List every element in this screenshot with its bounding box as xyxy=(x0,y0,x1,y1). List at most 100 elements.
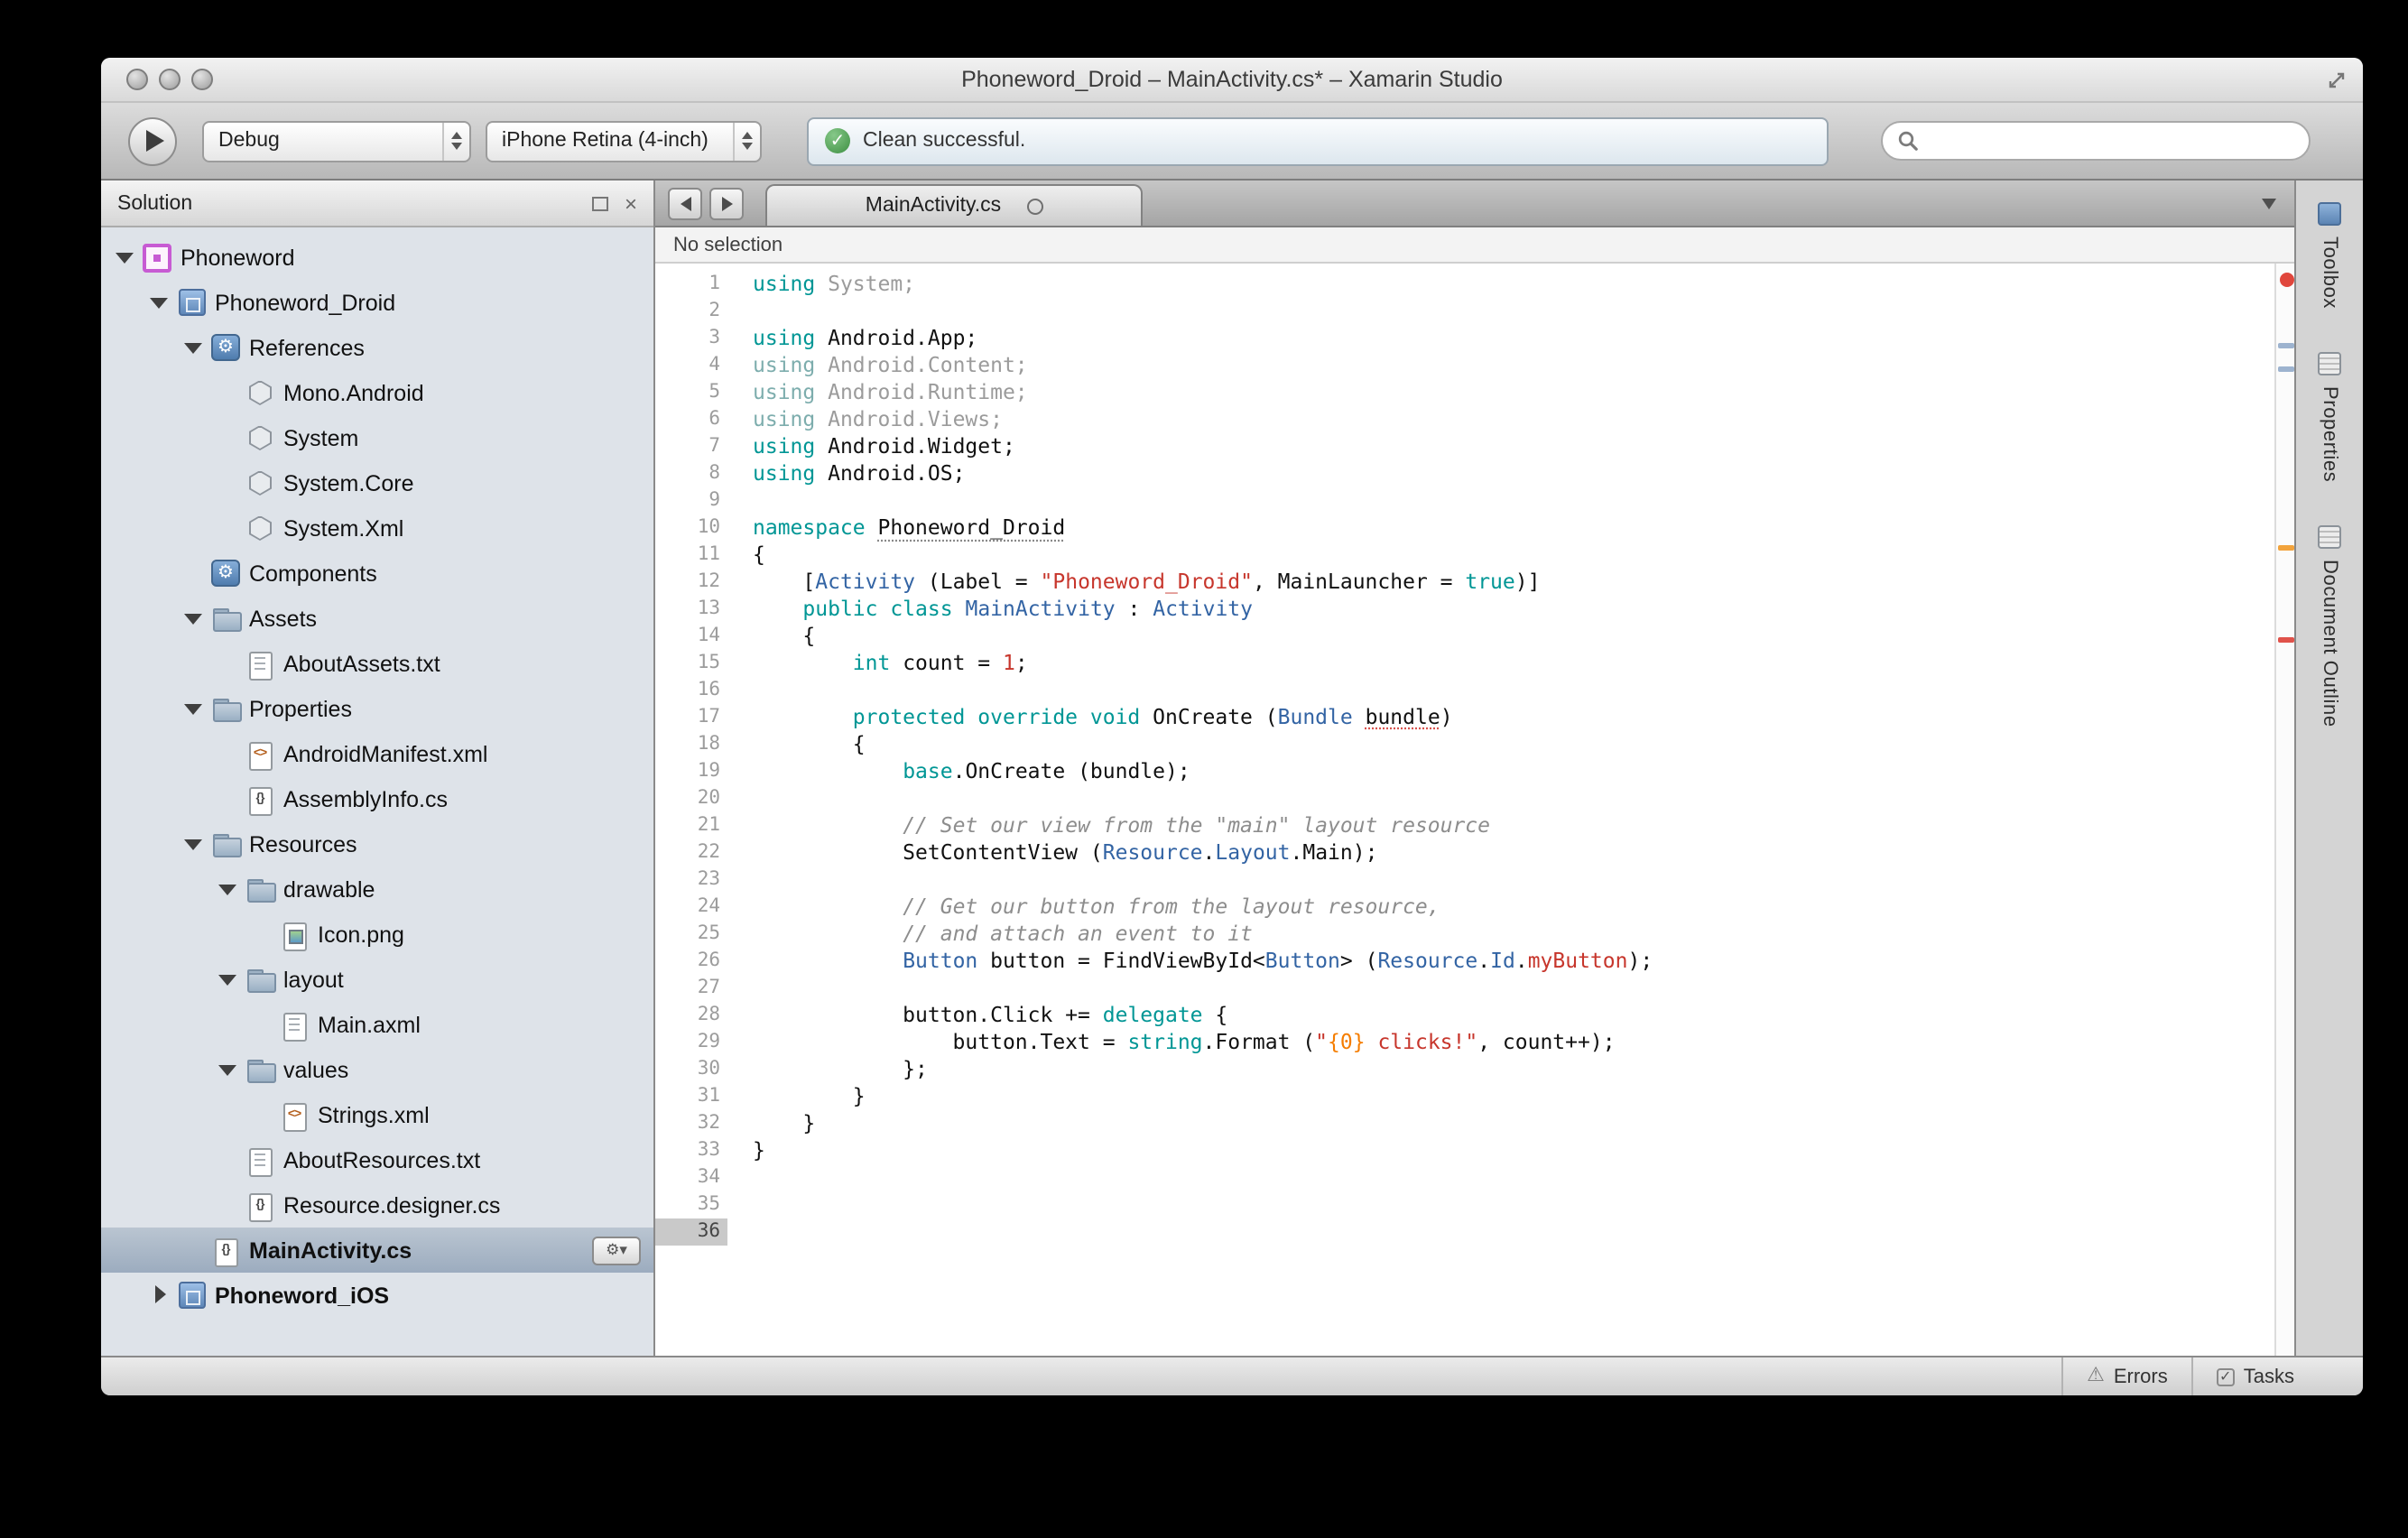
tab-list-dropdown-icon[interactable] xyxy=(2262,199,2276,209)
tree-item-drawable[interactable]: drawable xyxy=(101,866,653,912)
tree-item-components[interactable]: Components xyxy=(101,551,653,596)
code-line[interactable]: 35 xyxy=(655,1191,2274,1218)
configuration-selector[interactable]: Debug xyxy=(202,120,471,162)
item-options-button[interactable]: ⚙▾ xyxy=(592,1236,641,1265)
tree-item-main-axml[interactable]: Main.axml xyxy=(101,1002,653,1047)
expander-down-icon[interactable] xyxy=(218,879,238,899)
expander-down-icon[interactable] xyxy=(184,608,204,628)
code-line[interactable]: 28 button.Click += delegate { xyxy=(655,1002,2274,1029)
close-tab-icon[interactable] xyxy=(1026,198,1043,214)
code-line[interactable]: 31 } xyxy=(655,1083,2274,1110)
code-line[interactable]: 20 xyxy=(655,785,2274,812)
code-line[interactable]: 27 xyxy=(655,975,2274,1002)
tree-item-system[interactable]: System xyxy=(101,415,653,460)
code-line[interactable]: 16 xyxy=(655,677,2274,704)
tree-item-icon-png[interactable]: Icon.png xyxy=(101,912,653,957)
code-line[interactable]: 15 int count = 1; xyxy=(655,650,2274,677)
code-line[interactable]: 8 using Android.OS; xyxy=(655,460,2274,487)
tree-item-layout[interactable]: layout xyxy=(101,957,653,1002)
tree-item-androidmanifest-xml[interactable]: <> AndroidManifest.xml xyxy=(101,731,653,776)
tree-item-aboutresources-txt[interactable]: AboutResources.txt xyxy=(101,1137,653,1182)
line-number: 33 xyxy=(697,1139,720,1161)
code-line[interactable]: 17 protected override void OnCreate (Bun… xyxy=(655,704,2274,731)
tree-item-system-xml[interactable]: System.Xml xyxy=(101,505,653,551)
tab-mainactivity-cs[interactable]: MainActivity.cs xyxy=(765,184,1143,226)
expander-down-icon[interactable] xyxy=(184,338,204,357)
search-field[interactable] xyxy=(1881,121,2311,161)
code-line[interactable]: 2 xyxy=(655,298,2274,325)
code-line[interactable]: 36 xyxy=(655,1218,2274,1246)
close-window-button[interactable] xyxy=(126,69,148,90)
expander-right-icon[interactable] xyxy=(150,1285,170,1305)
navigate-forward-button[interactable] xyxy=(709,187,744,219)
expander-down-icon[interactable] xyxy=(218,969,238,989)
dock-tab-properties[interactable]: Properties xyxy=(2318,352,2341,482)
tree-item-strings-xml[interactable]: <> Strings.xml xyxy=(101,1092,653,1137)
expander-down-icon[interactable] xyxy=(184,699,204,718)
line-number: 2 xyxy=(709,300,720,321)
tree-item-assemblyinfo-cs[interactable]: {} AssemblyInfo.cs xyxy=(101,776,653,821)
code-line[interactable]: 6 using Android.Views; xyxy=(655,406,2274,433)
code-line[interactable]: 4 using Android.Content; xyxy=(655,352,2274,379)
device-selector[interactable]: iPhone Retina (4-inch) xyxy=(486,120,762,162)
code-line[interactable]: 5 using Android.Runtime; xyxy=(655,379,2274,406)
close-pane-button[interactable]: × xyxy=(625,192,637,214)
code-line[interactable]: 29 button.Text = string.Format ("{0} cli… xyxy=(655,1029,2274,1056)
tree-item-system-core[interactable]: System.Core xyxy=(101,460,653,505)
code-line[interactable]: 21 // Set our view from the "main" layou… xyxy=(655,812,2274,839)
breadcrumb: No selection xyxy=(655,227,2294,264)
code-line[interactable]: 23 xyxy=(655,866,2274,894)
tree-item-phoneword[interactable]: Phoneword xyxy=(101,235,653,280)
code-line[interactable]: 14 { xyxy=(655,623,2274,650)
tree-item-values[interactable]: values xyxy=(101,1047,653,1092)
code-line[interactable]: 33} xyxy=(655,1137,2274,1164)
code-line[interactable]: 7 using Android.Widget; xyxy=(655,433,2274,460)
code-line[interactable]: 26 Button button = FindViewById<Button> … xyxy=(655,948,2274,975)
tree-item-references[interactable]: References xyxy=(101,325,653,370)
code-line[interactable]: 1 using System; xyxy=(655,271,2274,298)
code-line[interactable]: 3 using Android.App; xyxy=(655,325,2274,352)
resize-window-icon[interactable] xyxy=(2327,70,2347,90)
code-line[interactable]: 11 { xyxy=(655,542,2274,569)
code-line[interactable]: 13 public class MainActivity : Activity xyxy=(655,596,2274,623)
code-line[interactable]: 34 xyxy=(655,1164,2274,1191)
overview-mark xyxy=(2278,637,2294,643)
minimize-window-button[interactable] xyxy=(159,69,181,90)
tree-item-resources[interactable]: Resources xyxy=(101,821,653,866)
tree-item-phoneword-droid[interactable]: Phoneword_Droid xyxy=(101,280,653,325)
tree-item-assets[interactable]: Assets xyxy=(101,596,653,641)
code-line[interactable]: 32 } xyxy=(655,1110,2274,1137)
zoom-window-button[interactable] xyxy=(191,69,213,90)
tree-item-mono-android[interactable]: Mono.Android xyxy=(101,370,653,415)
dock-pane-button[interactable] xyxy=(591,196,608,210)
expander-down-icon[interactable] xyxy=(150,292,170,312)
properties-icon xyxy=(2318,352,2341,376)
code-line[interactable]: 19 base.OnCreate (bundle); xyxy=(655,758,2274,785)
title-bar[interactable]: Phoneword_Droid – MainActivity.cs* – Xam… xyxy=(101,58,2363,103)
expander-down-icon[interactable] xyxy=(184,834,204,854)
tree-item-phoneword-ios[interactable]: Phoneword_iOS xyxy=(101,1273,653,1318)
code-line[interactable]: 9 xyxy=(655,487,2274,514)
code-line[interactable]: 10 namespace Phoneword_Droid xyxy=(655,514,2274,542)
errors-button[interactable]: ⚠ Errors xyxy=(2061,1357,2191,1395)
tree-item-properties[interactable]: Properties xyxy=(101,686,653,731)
line-number: 3 xyxy=(709,327,720,348)
code-line[interactable]: 25 // and attach an event to it xyxy=(655,921,2274,948)
dock-tab-document-outline[interactable]: Document Outline xyxy=(2318,525,2341,727)
expander-down-icon[interactable] xyxy=(116,247,135,267)
tasks-button[interactable]: ✓ Tasks xyxy=(2190,1357,2318,1395)
expander-down-icon[interactable] xyxy=(218,1060,238,1079)
search-input[interactable] xyxy=(1928,130,2294,152)
code-line[interactable]: 30 }; xyxy=(655,1056,2274,1083)
run-button[interactable] xyxy=(128,116,177,165)
code-line[interactable]: 24 // Get our button from the layout res… xyxy=(655,894,2274,921)
navigate-back-button[interactable] xyxy=(668,187,702,219)
code-line[interactable]: 22 SetContentView (Resource.Layout.Main)… xyxy=(655,839,2274,866)
tree-item-aboutassets-txt[interactable]: AboutAssets.txt xyxy=(101,641,653,686)
code-line[interactable]: 12 [Activity (Label = "Phoneword_Droid",… xyxy=(655,569,2274,596)
tree-item-resource-designer-cs[interactable]: {} Resource.designer.cs xyxy=(101,1182,653,1228)
dock-tab-toolbox[interactable]: Toolbox xyxy=(2318,202,2341,309)
tree-item-mainactivity-cs[interactable]: {} MainActivity.cs ⚙▾ xyxy=(101,1228,653,1273)
code-line[interactable]: 18 { xyxy=(655,731,2274,758)
code-editor[interactable]: 1 using System; 2 3 using Android.App; 4 using… xyxy=(655,264,2274,1356)
